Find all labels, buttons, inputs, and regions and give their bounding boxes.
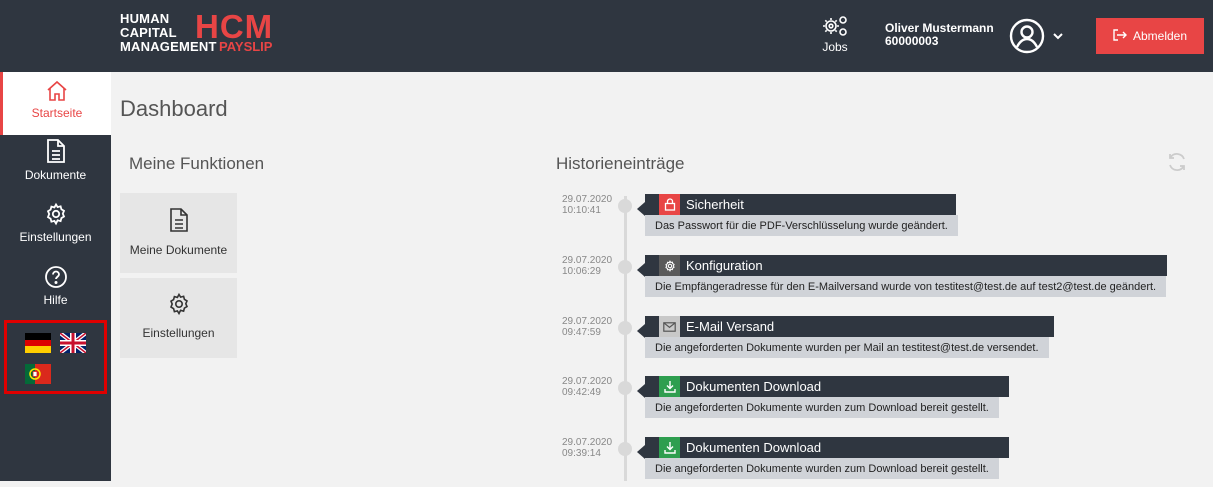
history-entry: 29.07.2020 09:42:49 Dokumenten Download … bbox=[0, 376, 1213, 426]
cogs-icon bbox=[812, 14, 858, 38]
sidebar-item-label: Startseite bbox=[31, 106, 83, 120]
entry-time: 10:06:29 bbox=[562, 266, 601, 277]
sidebar-item-label: Dokumente bbox=[24, 168, 87, 182]
entry-header: Dokumenten Download bbox=[645, 376, 1009, 397]
entry-time: 10:10:41 bbox=[562, 205, 601, 216]
timeline-dot bbox=[618, 199, 632, 213]
entry-arrow bbox=[637, 384, 645, 398]
history-entry: 29.07.2020 10:10:41 Sicherheit Das Passw… bbox=[0, 194, 1213, 244]
mail-icon bbox=[659, 316, 680, 337]
entry-category: Sicherheit bbox=[686, 197, 744, 212]
timeline-dot bbox=[618, 381, 632, 395]
logout-icon bbox=[1113, 28, 1127, 44]
sidebar-item-startseite[interactable]: Startseite bbox=[0, 72, 111, 135]
timeline-dot bbox=[618, 442, 632, 456]
logo-payslip: PAYSLIP bbox=[219, 39, 273, 54]
entry-text: Die angeforderten Dokumente wurden zum D… bbox=[645, 458, 999, 479]
history-entry: 29.07.2020 09:39:14 Dokumenten Download … bbox=[0, 437, 1213, 487]
entry-text: Die angeforderten Dokumente wurden per M… bbox=[645, 337, 1049, 358]
history-section-title: Historieneinträge bbox=[556, 154, 685, 173]
entry-date: 29.07.2020 bbox=[562, 194, 613, 205]
home-icon bbox=[3, 80, 111, 102]
sidebar-item-dokumente[interactable]: Dokumente bbox=[0, 138, 111, 200]
logout-label: Abmelden bbox=[1132, 29, 1188, 43]
entry-header: Sicherheit bbox=[645, 194, 956, 215]
timeline-dot bbox=[618, 260, 632, 274]
avatar-icon bbox=[1008, 18, 1068, 59]
document-icon bbox=[0, 138, 111, 164]
entry-time: 09:47:59 bbox=[562, 327, 601, 338]
history-entry: 29.07.2020 09:47:59 E-Mail Versand Die a… bbox=[0, 316, 1213, 366]
top-header: HUMAN CAPITAL MANAGEMENT HCM PAYSLIP Job… bbox=[0, 0, 1213, 72]
entry-date: 29.07.2020 bbox=[562, 437, 613, 448]
user-id: 60000003 bbox=[885, 34, 939, 48]
entry-time: 09:42:49 bbox=[562, 387, 601, 398]
page-title: Dashboard bbox=[120, 96, 228, 121]
download-icon bbox=[659, 376, 680, 397]
download-icon bbox=[659, 437, 680, 458]
entry-arrow bbox=[637, 202, 645, 216]
entry-category: Konfiguration bbox=[686, 258, 763, 273]
timeline-dot bbox=[618, 321, 632, 335]
functions-section-title: Meine Funktionen bbox=[129, 154, 265, 173]
entry-header: Dokumenten Download bbox=[645, 437, 1009, 458]
entry-header: E-Mail Versand bbox=[645, 316, 1054, 337]
entry-date: 29.07.2020 bbox=[562, 255, 613, 266]
entry-arrow bbox=[637, 445, 645, 459]
entry-category: Dokumenten Download bbox=[686, 379, 822, 394]
entry-header: Konfiguration bbox=[645, 255, 1167, 276]
jobs-button[interactable]: Jobs bbox=[812, 14, 858, 62]
hcm-payslip-logo[interactable]: HUMAN CAPITAL MANAGEMENT HCM PAYSLIP bbox=[120, 10, 280, 58]
user-menu[interactable] bbox=[1008, 17, 1068, 55]
entry-text: Die Empfängeradresse für den E-Mailversa… bbox=[645, 276, 1167, 297]
jobs-label: Jobs bbox=[822, 40, 848, 54]
refresh-icon bbox=[1166, 153, 1188, 177]
logo-line-human: HUMAN bbox=[120, 11, 170, 26]
entry-category: E-Mail Versand bbox=[686, 319, 775, 334]
entry-arrow bbox=[637, 263, 645, 277]
lock-icon bbox=[659, 194, 680, 215]
entry-arrow bbox=[637, 324, 645, 338]
gear-icon bbox=[659, 255, 680, 276]
entry-time: 09:39:14 bbox=[562, 448, 601, 459]
entry-date: 29.07.2020 bbox=[562, 316, 613, 327]
refresh-button[interactable] bbox=[1166, 151, 1188, 173]
entry-text: Die angeforderten Dokumente wurden zum D… bbox=[645, 397, 999, 418]
entry-category: Dokumenten Download bbox=[686, 440, 822, 455]
logo-line-capital: CAPITAL bbox=[120, 25, 177, 40]
history-entry: 29.07.2020 10:06:29 Konfiguration Die Em… bbox=[0, 255, 1213, 305]
logout-button[interactable]: Abmelden bbox=[1096, 18, 1204, 54]
entry-text: Das Passwort für die PDF-Verschlüsselung… bbox=[645, 215, 958, 236]
entry-date: 29.07.2020 bbox=[562, 376, 613, 387]
